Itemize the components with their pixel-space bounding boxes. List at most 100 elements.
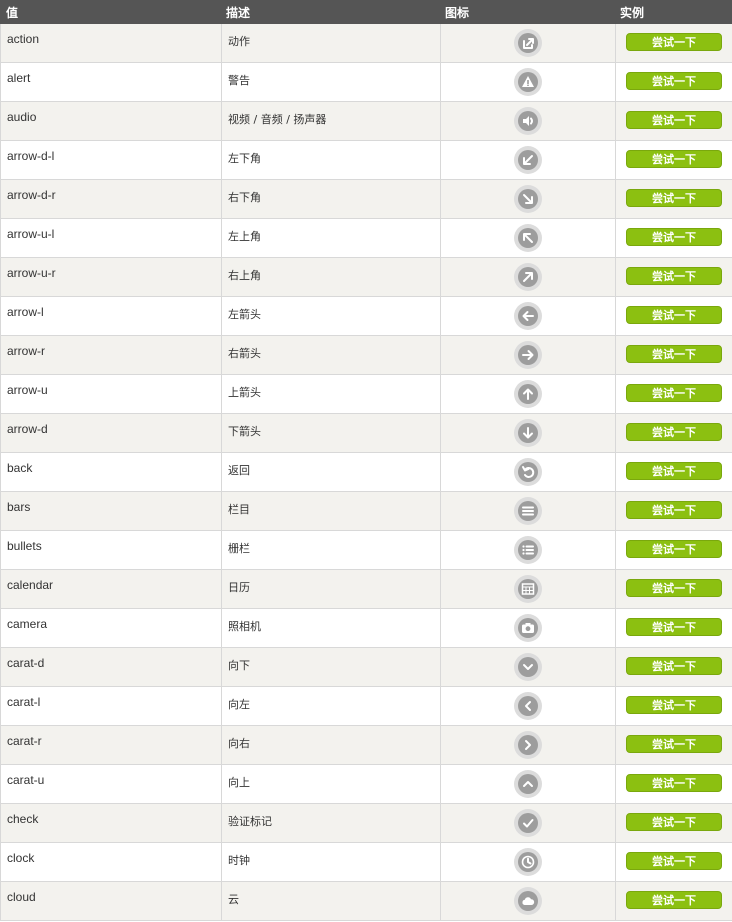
value-text: bars	[7, 500, 31, 514]
value-cell: arrow-u-l	[0, 219, 221, 257]
description-text: 下箭头	[228, 425, 261, 438]
value-text: bullets	[7, 539, 42, 553]
bullets-icon	[514, 536, 542, 564]
header-description: 描述	[226, 6, 251, 20]
try-it-button[interactable]: 尝试一下	[626, 150, 722, 168]
example-cell: 尝试一下	[615, 336, 732, 374]
value-cell: calendar	[0, 570, 221, 608]
example-cell: 尝试一下	[615, 414, 732, 452]
icon-cell	[440, 765, 615, 803]
description-text: 右箭头	[228, 347, 261, 360]
description-cell: 动作	[221, 24, 440, 62]
value-cell: alert	[0, 63, 221, 101]
arrow-d-icon	[514, 419, 542, 447]
try-it-button[interactable]: 尝试一下	[626, 696, 722, 714]
value-cell: arrow-d	[0, 414, 221, 452]
value-cell: arrow-l	[0, 297, 221, 335]
description-text: 视频 / 音频 / 扬声器	[228, 113, 327, 126]
example-cell: 尝试一下	[615, 258, 732, 296]
description-text: 云	[228, 893, 239, 906]
description-cell: 左箭头	[221, 297, 440, 335]
example-cell: 尝试一下	[615, 765, 732, 803]
try-it-button[interactable]: 尝试一下	[626, 540, 722, 558]
value-text: carat-r	[7, 734, 42, 748]
description-cell: 向右	[221, 726, 440, 764]
table-row: arrow-r 右箭头 尝试一下	[0, 336, 732, 375]
description-text: 左上角	[228, 230, 261, 243]
value-cell: carat-d	[0, 648, 221, 686]
example-cell: 尝试一下	[615, 570, 732, 608]
description-cell: 上箭头	[221, 375, 440, 413]
description-cell: 警告	[221, 63, 440, 101]
value-cell: check	[0, 804, 221, 842]
icon-cell	[440, 882, 615, 920]
try-it-button[interactable]: 尝试一下	[626, 891, 722, 909]
try-it-button[interactable]: 尝试一下	[626, 657, 722, 675]
try-it-button[interactable]: 尝试一下	[626, 228, 722, 246]
value-cell: clock	[0, 843, 221, 881]
icon-cell	[440, 726, 615, 764]
table-row: check 验证标记 尝试一下	[0, 804, 732, 843]
table-row: carat-r 向右 尝试一下	[0, 726, 732, 765]
description-cell: 视频 / 音频 / 扬声器	[221, 102, 440, 140]
try-it-button[interactable]: 尝试一下	[626, 267, 722, 285]
icon-cell	[440, 258, 615, 296]
value-cell: arrow-d-l	[0, 141, 221, 179]
try-it-button[interactable]: 尝试一下	[626, 33, 722, 51]
value-cell: bullets	[0, 531, 221, 569]
table-row: audio 视频 / 音频 / 扬声器 尝试一下	[0, 102, 732, 141]
table-row: cloud 云 尝试一下	[0, 882, 732, 921]
header-value: 值	[6, 6, 19, 20]
try-it-button[interactable]: 尝试一下	[626, 813, 722, 831]
description-text: 时钟	[228, 854, 250, 867]
try-it-button[interactable]: 尝试一下	[626, 345, 722, 363]
value-text: arrow-d-r	[7, 188, 56, 202]
value-text: carat-u	[7, 773, 45, 787]
try-it-button[interactable]: 尝试一下	[626, 72, 722, 90]
description-text: 向右	[228, 737, 250, 750]
table-header: 值 描述 图标 实例	[0, 0, 732, 24]
camera-icon	[514, 614, 542, 642]
table-row: arrow-d-r 右下角 尝试一下	[0, 180, 732, 219]
value-text: arrow-d	[7, 422, 48, 436]
example-cell: 尝试一下	[615, 492, 732, 530]
example-cell: 尝试一下	[615, 297, 732, 335]
try-it-button[interactable]: 尝试一下	[626, 618, 722, 636]
clock-icon	[514, 848, 542, 876]
try-it-button[interactable]: 尝试一下	[626, 111, 722, 129]
table-row: arrow-u-r 右上角 尝试一下	[0, 258, 732, 297]
example-cell: 尝试一下	[615, 180, 732, 218]
try-it-button[interactable]: 尝试一下	[626, 423, 722, 441]
try-it-button[interactable]: 尝试一下	[626, 189, 722, 207]
try-it-button[interactable]: 尝试一下	[626, 852, 722, 870]
description-text: 日历	[228, 581, 250, 594]
example-cell: 尝试一下	[615, 531, 732, 569]
icon-cell	[440, 804, 615, 842]
try-it-button[interactable]: 尝试一下	[626, 462, 722, 480]
try-it-button[interactable]: 尝试一下	[626, 384, 722, 402]
icon-cell	[440, 102, 615, 140]
arrow-d-r-icon	[514, 185, 542, 213]
description-cell: 云	[221, 882, 440, 920]
value-text: carat-l	[7, 695, 41, 709]
arrow-d-l-icon	[514, 146, 542, 174]
example-cell: 尝试一下	[615, 687, 732, 725]
value-cell: cloud	[0, 882, 221, 920]
try-it-button[interactable]: 尝试一下	[626, 579, 722, 597]
example-cell: 尝试一下	[615, 63, 732, 101]
icon-cell	[440, 180, 615, 218]
example-cell: 尝试一下	[615, 648, 732, 686]
try-it-button[interactable]: 尝试一下	[626, 735, 722, 753]
description-cell: 向上	[221, 765, 440, 803]
try-it-button[interactable]: 尝试一下	[626, 306, 722, 324]
description-text: 栅栏	[228, 542, 250, 555]
action-icon	[514, 29, 542, 57]
try-it-button[interactable]: 尝试一下	[626, 774, 722, 792]
description-cell: 左上角	[221, 219, 440, 257]
description-cell: 右下角	[221, 180, 440, 218]
try-it-button[interactable]: 尝试一下	[626, 501, 722, 519]
carat-u-icon	[514, 770, 542, 798]
example-cell: 尝试一下	[615, 102, 732, 140]
value-cell: action	[0, 24, 221, 62]
description-cell: 日历	[221, 570, 440, 608]
